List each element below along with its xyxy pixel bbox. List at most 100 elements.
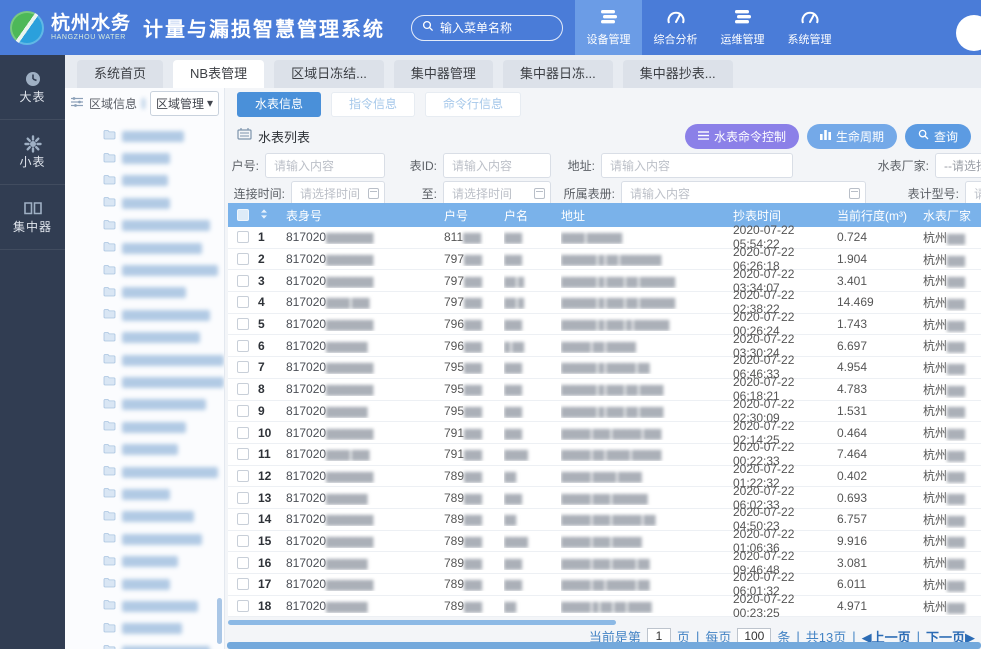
row-checkbox[interactable] (237, 578, 249, 590)
address-input[interactable] (601, 153, 793, 178)
row-checkbox[interactable] (237, 361, 249, 373)
tree-item[interactable] (103, 327, 224, 349)
tree-item[interactable] (103, 349, 224, 371)
row-checkbox[interactable] (237, 296, 249, 308)
tree-item[interactable] (103, 595, 224, 617)
tree-item[interactable] (103, 394, 224, 416)
rail-item-large-meter[interactable]: 大表 (0, 55, 65, 120)
col-account-name[interactable]: 户名 (504, 207, 561, 224)
nav-item-comprehensive-analysis[interactable]: 综合分析 (642, 0, 709, 55)
tree-item-redacted-label (122, 556, 178, 567)
tab-concentrator-management[interactable]: 集中器管理 (394, 60, 493, 88)
tree-item[interactable] (103, 461, 224, 483)
subtab-command-info[interactable]: 指令信息 (331, 92, 415, 117)
tree-item[interactable] (103, 147, 224, 169)
logo-swirl-icon (10, 11, 44, 45)
table-horizontal-scrollbar-thumb[interactable] (228, 620, 616, 625)
meter-command-control-button[interactable]: 水表命令控制 (685, 124, 799, 149)
col-reading-time[interactable]: 抄表时间 (733, 207, 831, 224)
tree-item[interactable] (103, 640, 224, 649)
calendar-icon[interactable] (368, 188, 379, 199)
row-checkbox[interactable] (237, 318, 249, 330)
menu-search-input[interactable]: 输入菜单名称 (411, 15, 563, 41)
tree-item[interactable] (103, 506, 224, 528)
rail-item-concentrator[interactable]: 集中器 (0, 185, 65, 250)
tree-item[interactable] (103, 371, 224, 393)
tree-item[interactable] (103, 259, 224, 281)
row-checkbox[interactable] (237, 600, 249, 612)
tree-item[interactable] (103, 192, 224, 214)
row-checkbox[interactable] (237, 253, 249, 265)
tree-item[interactable] (103, 237, 224, 259)
calendar-icon[interactable] (534, 188, 545, 199)
col-address[interactable]: 地址 (561, 207, 733, 224)
row-checkbox[interactable] (237, 405, 249, 417)
select-all-checkbox[interactable] (237, 209, 249, 221)
system-gauge-icon (800, 9, 820, 28)
rail-item-small-meter[interactable]: 小表 (0, 120, 65, 185)
tree-item[interactable] (103, 304, 224, 326)
toolbar-buttons: 水表命令控制 生命周期 查询 (685, 124, 971, 149)
row-checkbox[interactable] (237, 513, 249, 525)
col-current-reading[interactable]: 当前行度(m³) (831, 207, 923, 224)
tab-nb-meter-management[interactable]: NB表管理 (173, 60, 264, 88)
selector-icon[interactable] (849, 188, 860, 199)
address-cell: █████ █ ██ ██ ████ (561, 599, 733, 613)
manufacturer-cell: 杭州███ (923, 316, 981, 333)
tree-item[interactable] (103, 282, 224, 304)
row-checkbox[interactable] (237, 340, 249, 352)
tree-item[interactable] (103, 215, 224, 237)
tree-item[interactable] (103, 438, 224, 460)
meter-id-input[interactable] (443, 153, 551, 178)
subtab-meter-info[interactable]: 水表信息 (237, 92, 321, 117)
app-window: 杭州水务 HANGZHOU WATER 计量与漏损智慧管理系统 输入菜单名称 设… (0, 0, 981, 649)
row-checkbox[interactable] (237, 275, 249, 287)
tree-title-redacted (142, 98, 145, 109)
tree-item[interactable] (103, 170, 224, 192)
tree-item[interactable] (103, 483, 224, 505)
row-checkbox[interactable] (237, 231, 249, 243)
tree-item[interactable] (103, 618, 224, 640)
nav-item-device-management[interactable]: 设备管理 (575, 0, 642, 55)
col-meter-body-no[interactable]: 表身号 (286, 207, 444, 224)
row-checkbox[interactable] (237, 535, 249, 547)
row-checkbox[interactable] (237, 492, 249, 504)
col-manufacturer[interactable]: 水表厂家 (923, 207, 981, 224)
account-no-input[interactable] (265, 153, 385, 178)
tab-system-home[interactable]: 系统首页 (77, 60, 163, 88)
region-manage-button[interactable]: 区域管理 ▾ (150, 91, 219, 116)
address-label: 地址: (559, 157, 601, 174)
col-account-no[interactable]: 户号 (444, 207, 504, 224)
folder-icon (103, 418, 116, 436)
tree-item[interactable] (103, 416, 224, 438)
tree-item[interactable] (103, 550, 224, 572)
query-button[interactable]: 查询 (905, 124, 971, 149)
sort-icon[interactable] (258, 208, 270, 223)
tree-item[interactable] (103, 125, 224, 147)
tree-scrollbar-thumb[interactable] (217, 598, 222, 644)
small-meter-icon (0, 135, 65, 153)
subtab-command-line-info[interactable]: 命令行信息 (425, 92, 521, 117)
table-row: 14 817020████████ 789███ ██ █████ ███ ██… (228, 509, 981, 531)
tab-concentrator-daily-freeze[interactable]: 集中器日冻... (503, 60, 613, 88)
avatar[interactable] (956, 15, 981, 51)
lifecycle-button[interactable]: 生命周期 (807, 124, 897, 149)
tab-region-daily-freeze[interactable]: 区域日冻结... (274, 60, 384, 88)
row-checkbox[interactable] (237, 427, 249, 439)
tree-item[interactable] (103, 573, 224, 595)
address-cell: ██████ █ ███ ██ ████ (561, 382, 733, 396)
account-name-cell: ███ (504, 577, 561, 591)
nav-item-operations-management[interactable]: 运维管理 (709, 0, 776, 55)
tab-concentrator-reading[interactable]: 集中器抄表... (623, 60, 733, 88)
search-icon (422, 20, 434, 35)
page-horizontal-scrollbar-thumb[interactable] (227, 642, 981, 649)
nav-item-system-management[interactable]: 系统管理 (776, 0, 843, 55)
manufacturer-select[interactable]: --请选择-- (935, 153, 981, 178)
row-checkbox[interactable] (237, 448, 249, 460)
address-cell: ██████ █ ███ █ ██████ (561, 317, 733, 331)
account-no-cell: 795███ (444, 404, 504, 418)
tree-item[interactable] (103, 528, 224, 550)
row-checkbox[interactable] (237, 557, 249, 569)
row-checkbox[interactable] (237, 470, 249, 482)
row-checkbox[interactable] (237, 383, 249, 395)
